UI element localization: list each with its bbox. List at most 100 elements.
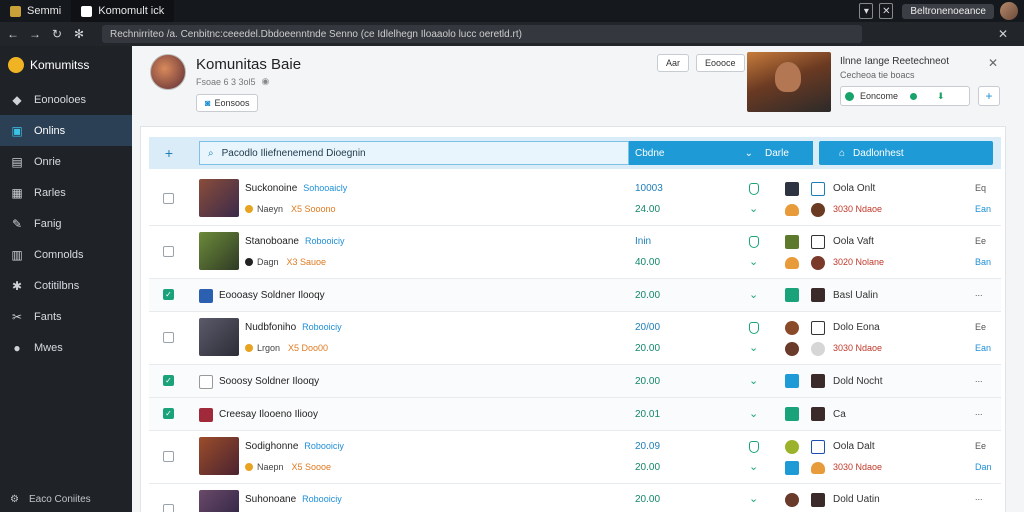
more-icon[interactable]: ...	[975, 374, 983, 384]
row-action[interactable]: Ean	[975, 204, 991, 214]
profile-action-button[interactable]: ◙ Eonsoos	[196, 94, 259, 112]
download-label: Dadlonhest	[853, 147, 904, 159]
user-icon	[811, 288, 825, 302]
download-button[interactable]: ⌂ Dadlonhest	[819, 141, 993, 165]
reload-icon[interactable]: ↻	[48, 27, 66, 41]
sort-dropdown[interactable]: Darle	[759, 141, 813, 165]
row-value: Inin	[635, 236, 652, 247]
user-icon	[811, 342, 825, 356]
filter-dropdown[interactable]: Cbdne ⌄	[629, 141, 759, 165]
user-icon	[811, 407, 825, 421]
sidebar-item-3[interactable]: ▦ Rarles	[0, 177, 132, 208]
chevron-down-icon[interactable]: ⌄	[749, 202, 758, 215]
chevron-down-icon[interactable]: ⌄	[749, 255, 758, 268]
app-icon	[785, 440, 799, 454]
row-checkbox[interactable]	[163, 332, 174, 343]
chevron-down-icon[interactable]: ⌄	[749, 407, 758, 420]
sidebar-brand[interactable]: Komumitss	[0, 46, 132, 84]
profile-subtitle: Fsoae 6 3 3ol5 ◉	[196, 76, 269, 87]
close-icon[interactable]: ✕	[988, 56, 998, 70]
table-row[interactable]: ✓ Sooosy Soldner Ilooqy 20.00 ⌄ Dold Noc…	[149, 365, 1001, 398]
row-label: Oola Dalt	[833, 441, 875, 452]
row-tag: Sohooaicly	[303, 183, 348, 193]
row-thumbnail	[199, 318, 239, 356]
more-icon[interactable]: ...	[975, 407, 983, 417]
row-checkbox[interactable]	[163, 246, 174, 257]
header-button-a[interactable]: Aar	[657, 54, 690, 72]
heart-icon[interactable]	[811, 462, 825, 474]
footer-label: Eaco Coniites	[28, 493, 91, 505]
promo-field[interactable]: Eoncome ⬇	[840, 86, 970, 106]
table-row[interactable]: Suhonoane Robooiciy 20.00 ⌄ Dold Uatin ..…	[149, 484, 1001, 512]
row-action[interactable]: Dan	[975, 462, 992, 472]
add-button[interactable]: +	[978, 86, 1000, 106]
tab-label: Semmi	[27, 5, 62, 17]
shield-icon	[749, 322, 759, 334]
browser-tab-2[interactable]: Komomult ick	[71, 0, 175, 22]
close-icon[interactable]: ✕	[994, 27, 1012, 41]
sidebar-item-0[interactable]: ◆ Eonooloes	[0, 84, 132, 115]
more-icon[interactable]: ...	[975, 492, 983, 502]
chevron-down-icon[interactable]: ⌄	[749, 288, 758, 301]
row-meta-text: Dagn	[257, 257, 279, 267]
bookmark-icon: ◙	[205, 98, 211, 108]
row-checkbox[interactable]: ✓	[163, 289, 174, 300]
url-input[interactable]: Rechnirriteo /a. Cenbitnc:ceeedel.Dbdoee…	[102, 25, 862, 43]
table-row[interactable]: ✓ Creesay Ilooeno Iliooy 20.01 ⌄ Ca ...	[149, 398, 1001, 431]
avatar[interactable]	[1000, 2, 1018, 20]
table-row[interactable]: Nudbfoniho Robooiciy Lrgon X5 Doo00 20/00 …	[149, 312, 1001, 365]
row-checkbox[interactable]	[163, 451, 174, 462]
chevron-down-icon[interactable]: ⌄	[749, 341, 758, 354]
lock-icon: ⌂	[839, 147, 846, 159]
forward-icon[interactable]: →	[26, 27, 44, 41]
row-checkbox[interactable]: ✓	[163, 375, 174, 386]
chevron-down-icon[interactable]: ⌄	[749, 374, 758, 387]
sidebar-footer[interactable]: ⚙ Eaco Coniites	[0, 486, 132, 512]
row-action[interactable]: Ean	[975, 343, 991, 353]
row-action[interactable]: Ee	[975, 441, 986, 451]
box-icon: ▦	[11, 185, 23, 200]
dropdown-icon[interactable]: ▾	[859, 3, 874, 19]
heart-icon[interactable]	[785, 204, 799, 216]
row-action[interactable]: Eq	[975, 183, 986, 193]
sidebar-item-5[interactable]: ▥ Comnolds	[0, 239, 132, 270]
chevron-down-icon[interactable]: ⌄	[749, 460, 758, 473]
filter-label: Cbdne	[635, 147, 665, 159]
profile-pill[interactable]: Beltronenoeance	[902, 3, 994, 19]
row-checkbox[interactable]	[163, 504, 174, 512]
row-label: 3030 Ndaoe	[833, 204, 883, 214]
share-icon[interactable]: ✻	[70, 27, 88, 41]
sidebar-item-8[interactable]: ● Mwes	[0, 332, 132, 363]
back-icon[interactable]: ←	[4, 27, 22, 41]
sidebar-item-2[interactable]: ▤ Onrie	[0, 146, 132, 177]
row-sale: X3 Sauoe	[286, 257, 327, 267]
sidebar-item-6[interactable]: ✱ Cotitilbns	[0, 270, 132, 301]
extension-icon[interactable]: ✕	[879, 3, 894, 19]
table-row[interactable]: Suckonoine Sohooaicly Naeyn X5 Sooono 1000…	[149, 173, 1001, 226]
row-value: 20.00	[635, 376, 661, 387]
sidebar-item-7[interactable]: ✂ Fants	[0, 301, 132, 332]
chevron-down-icon[interactable]: ⌄	[749, 492, 758, 505]
search-input[interactable]: ⌕ Pacodlo Iliefnenemend Dioegnin	[199, 141, 629, 165]
more-icon[interactable]: ...	[975, 288, 983, 298]
row-value: 20.00	[635, 290, 661, 301]
add-row-button[interactable]: +	[149, 145, 189, 161]
table-row[interactable]: Sodighonne Robooiciy Naepn X5 Soooe 20.09 …	[149, 431, 1001, 484]
browser-tab-1[interactable]: Semmi	[0, 0, 71, 22]
row-checkbox[interactable]	[163, 193, 174, 204]
sidebar-item-1[interactable]: ▣ Onlins	[0, 115, 132, 146]
heart-icon[interactable]	[785, 257, 799, 269]
tab-favicon-icon	[10, 5, 21, 17]
table-rows: Suckonoine Sohooaicly Naeyn X5 Sooono 1000…	[149, 173, 1001, 512]
row-action[interactable]: Ee	[975, 322, 986, 332]
app-icon	[785, 321, 799, 335]
row-action[interactable]: Ban	[975, 257, 991, 267]
row-checkbox[interactable]: ✓	[163, 408, 174, 419]
puzzle-icon: ✱	[11, 278, 23, 293]
header-button-b[interactable]: Eoooce	[696, 54, 745, 72]
sidebar-item-4[interactable]: ✎ Fanig	[0, 208, 132, 239]
table-row[interactable]: ✓ Eoooasy Soldner Ilooqy 20.00 ⌄ Basl Ua…	[149, 279, 1001, 312]
sidebar-item-label: Fanig	[34, 217, 62, 230]
table-row[interactable]: Stanoboane Robooiciy Dagn X3 Sauoe Inin 40…	[149, 226, 1001, 279]
row-action[interactable]: Ee	[975, 236, 986, 246]
